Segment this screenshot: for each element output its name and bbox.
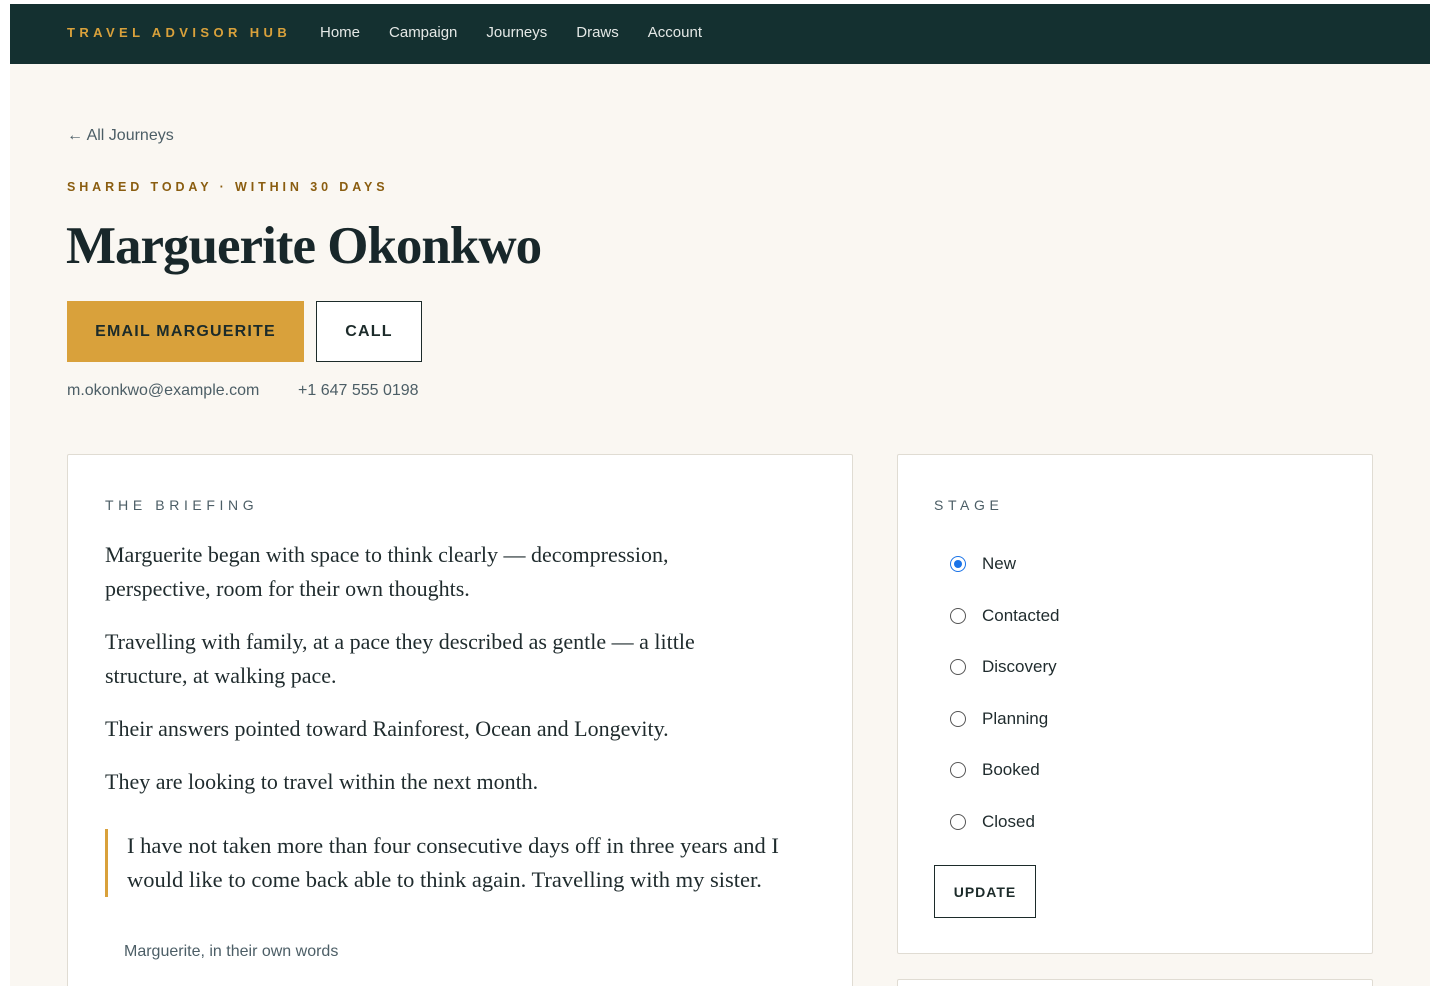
briefing-paragraph: Marguerite began with space to think cle… [105,542,669,601]
radio-button[interactable] [950,556,966,572]
briefing-paragraph: They are looking to travel within the ne… [105,769,539,794]
briefing-card: THE BRIEFING Marguerite began with space… [67,454,853,986]
stage-option-contacted[interactable]: Contacted [950,605,1060,627]
call-button[interactable]: CALL [316,301,422,362]
radio-button[interactable] [950,608,966,624]
nav-link-journeys[interactable]: Journeys [486,23,547,43]
nav-link-draws[interactable]: Draws [576,23,619,43]
client-quote: I have not taken more than four consecut… [105,829,825,897]
nav-link-campaign[interactable]: Campaign [389,23,457,43]
client-name-title: Marguerite Okonkwo [66,217,542,275]
radio-button[interactable] [950,762,966,778]
briefing-paragraph: Travelling with family, at a pace they d… [105,629,695,688]
stage-option-booked[interactable]: Booked [950,759,1040,781]
top-nav-bar: TRAVEL ADVISOR HUB Home Campaign Journey… [10,4,1430,64]
stage-option-label: New [982,554,1017,573]
nav-link-home[interactable]: Home [320,23,360,43]
briefing-paragraph: Their answers pointed toward Rainforest,… [105,716,669,741]
briefing-heading: THE BRIEFING [105,497,259,513]
page: TRAVEL ADVISOR HUB Home Campaign Journey… [10,4,1430,986]
stage-heading: STAGE [934,497,1004,513]
stage-option-planning[interactable]: Planning [950,708,1048,730]
stage-card: STAGE New Contacted Discovery Planning B… [897,454,1373,954]
radio-button[interactable] [950,659,966,675]
stage-option-label: Closed [982,812,1035,831]
stage-option-label: Planning [982,709,1049,728]
back-to-journeys-link[interactable]: ← All Journeys [67,126,174,146]
radio-button[interactable] [950,711,966,727]
nav-link-account[interactable]: Account [648,23,702,43]
stage-option-new[interactable]: New [950,553,1016,575]
stage-option-label: Discovery [982,657,1057,676]
client-email: m.okonkwo@example.com [67,382,260,399]
stage-option-label: Contacted [982,606,1060,625]
main-nav: Home Campaign Journeys Draws Account [320,23,731,43]
shared-status-eyebrow: SHARED TODAY · WITHIN 30 DAYS [67,180,389,194]
secondary-card [897,979,1373,986]
radio-button[interactable] [950,814,966,830]
stage-option-closed[interactable]: Closed [950,811,1035,833]
client-quote-text: I have not taken more than four consecut… [127,833,779,892]
stage-option-discovery[interactable]: Discovery [950,656,1057,678]
brand-logo[interactable]: TRAVEL ADVISOR HUB [67,25,291,40]
stage-option-label: Booked [982,760,1040,779]
client-phone: +1 647 555 0198 [298,382,419,399]
email-client-button[interactable]: EMAIL MARGUERITE [67,301,304,362]
quote-attribution: Marguerite, in their own words [124,943,339,960]
update-stage-button[interactable]: UPDATE [934,865,1036,918]
